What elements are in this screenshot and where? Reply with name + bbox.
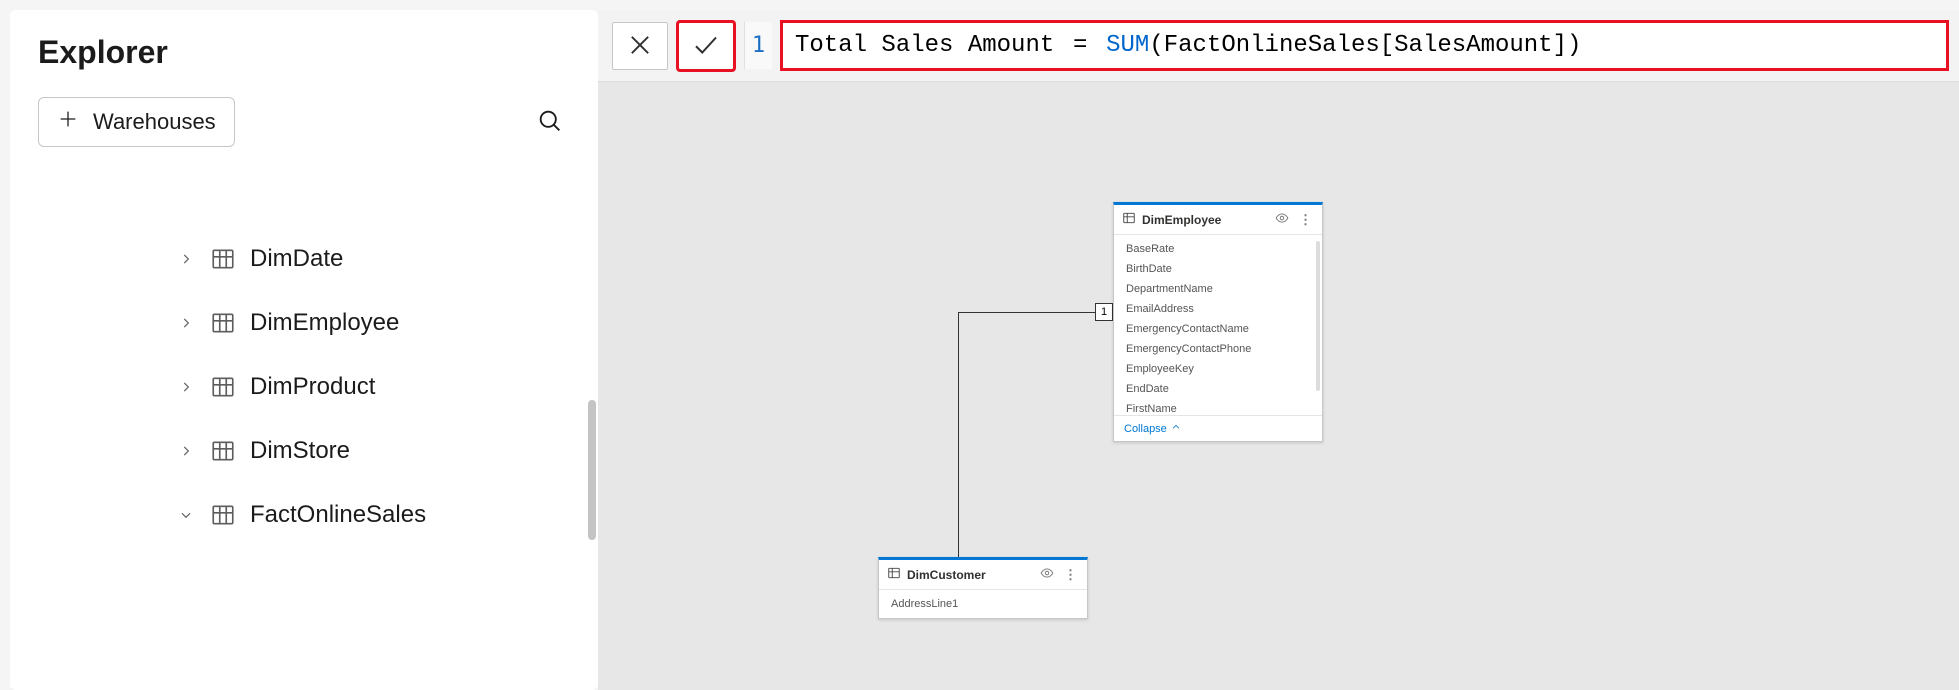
chevron-down-icon <box>176 508 196 522</box>
tree-item-label: FactOnlineSales <box>250 501 426 529</box>
formula-close-paren: ) <box>1567 32 1581 59</box>
entity-field[interactable]: EmergencyContactPhone <box>1114 339 1322 359</box>
entity-dimemployee[interactable]: DimEmployee ⋮ BaseRate BirthDate Departm… <box>1113 202 1323 442</box>
entity-field[interactable]: EmailAddress <box>1114 299 1322 319</box>
model-canvas[interactable]: 1 DimEmployee ⋮ BaseRate BirthDate Depar… <box>598 82 1959 690</box>
entity-header[interactable]: DimCustomer ⋮ <box>879 560 1087 590</box>
chevron-right-icon <box>176 316 196 330</box>
tree-item-dimproduct[interactable]: DimProduct <box>176 355 570 419</box>
tree-item-truncated <box>176 175 570 221</box>
entity-title: DimEmployee <box>1142 213 1221 227</box>
tree-item-label: DimProduct <box>250 373 375 401</box>
search-button[interactable] <box>530 101 570 144</box>
relationship-cardinality[interactable]: 1 <box>1095 303 1113 321</box>
warehouses-label: Warehouses <box>93 109 216 135</box>
explorer-tree: DimDate DimEmployee DimProduct <box>38 175 570 547</box>
formula-line-number: 1 <box>744 22 772 69</box>
explorer-toolbar: Warehouses <box>38 97 570 147</box>
formula-open-paren: ( <box>1149 32 1163 59</box>
table-icon <box>887 566 901 583</box>
add-warehouses-button[interactable]: Warehouses <box>38 97 235 147</box>
entity-field[interactable]: EmployeeKey <box>1114 359 1322 379</box>
visibility-icon[interactable] <box>1038 566 1056 583</box>
formula-bar: 1 Total Sales Amount = SUM ( FactOnlineS… <box>598 10 1959 82</box>
relationship-line <box>958 312 959 582</box>
close-icon <box>626 31 654 62</box>
visibility-icon[interactable] <box>1273 211 1291 228</box>
table-icon <box>210 310 236 336</box>
formula-measure-name: Total Sales Amount <box>795 32 1054 59</box>
entity-header[interactable]: DimEmployee ⋮ <box>1114 205 1322 235</box>
entity-title: DimCustomer <box>907 568 986 582</box>
relationship-line <box>958 312 1108 313</box>
entity-dimcustomer[interactable]: DimCustomer ⋮ AddressLine1 <box>878 557 1088 619</box>
chevron-right-icon <box>176 444 196 458</box>
tree-item-label: DimDate <box>250 245 343 273</box>
entity-field[interactable]: BirthDate <box>1114 259 1322 279</box>
collapse-label: Collapse <box>1124 423 1167 435</box>
tree-item-factonlinesales[interactable]: FactOnlineSales <box>176 483 570 547</box>
chevron-right-icon <box>176 380 196 394</box>
cancel-formula-button[interactable] <box>612 22 668 70</box>
scrollbar-thumb[interactable] <box>1316 241 1320 391</box>
explorer-panel: Explorer Warehouses DimDate <box>10 10 598 690</box>
tree-item-dimstore[interactable]: DimStore <box>176 419 570 483</box>
entity-field[interactable]: AddressLine1 <box>879 594 1087 614</box>
tree-item-label: DimEmployee <box>250 309 399 337</box>
entity-fields: AddressLine1 <box>879 590 1087 618</box>
entity-field[interactable]: FirstName <box>1114 399 1322 415</box>
plus-icon <box>57 108 79 136</box>
checkmark-icon <box>691 30 721 63</box>
entity-fields: BaseRate BirthDate DepartmentName EmailA… <box>1114 235 1322 415</box>
chevron-right-icon <box>176 252 196 266</box>
tree-item-label: DimStore <box>250 437 350 465</box>
table-icon <box>210 246 236 272</box>
tree-item-dimdate[interactable]: DimDate <box>176 227 570 291</box>
more-icon[interactable]: ⋮ <box>1062 567 1079 583</box>
chevron-up-icon <box>1171 422 1181 435</box>
table-icon <box>210 374 236 400</box>
search-icon <box>536 123 564 138</box>
entity-field[interactable]: DepartmentName <box>1114 279 1322 299</box>
formula-reference: FactOnlineSales[SalesAmount] <box>1164 32 1567 59</box>
table-icon <box>210 438 236 464</box>
formula-input[interactable]: Total Sales Amount = SUM ( FactOnlineSal… <box>782 22 1947 69</box>
entity-field[interactable]: BaseRate <box>1114 239 1322 259</box>
explorer-title: Explorer <box>38 34 570 71</box>
scrollbar-thumb[interactable] <box>588 400 596 540</box>
more-icon[interactable]: ⋮ <box>1297 212 1314 228</box>
commit-formula-button[interactable] <box>678 22 734 70</box>
table-icon <box>210 502 236 528</box>
entity-field[interactable]: EmergencyContactName <box>1114 319 1322 339</box>
entity-collapse-button[interactable]: Collapse <box>1114 415 1322 441</box>
tree-item-dimemployee[interactable]: DimEmployee <box>176 291 570 355</box>
main-area: 1 Total Sales Amount = SUM ( FactOnlineS… <box>598 10 1959 690</box>
formula-function: SUM <box>1106 32 1149 59</box>
formula-equals: = <box>1054 32 1106 59</box>
table-icon <box>1122 211 1136 228</box>
entity-field[interactable]: EndDate <box>1114 379 1322 399</box>
